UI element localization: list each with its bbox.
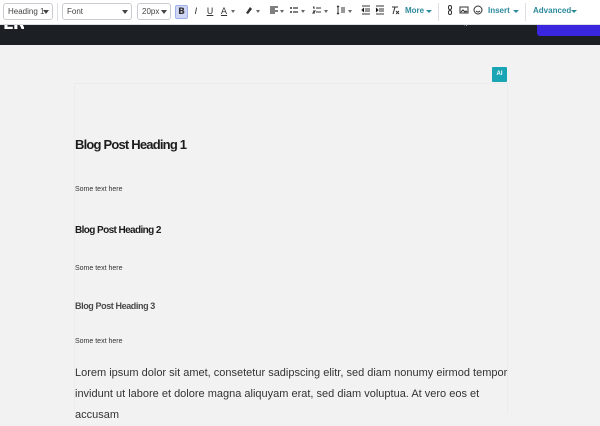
block-format-value: Heading 1 (8, 7, 45, 16)
line-height-button[interactable] (335, 5, 347, 19)
body-text-3[interactable]: Some text here (75, 338, 122, 345)
chevron-down-icon (513, 10, 519, 13)
toolbar-divider (525, 3, 526, 21)
chevron-down-icon (256, 10, 260, 13)
chevron-down-icon (426, 10, 432, 13)
emoji-icon (473, 5, 483, 15)
insert-menu[interactable]: Insert (488, 6, 510, 15)
image-icon (459, 6, 469, 14)
ai-assistant-icon[interactable]: AI (492, 67, 507, 82)
link-button[interactable] (444, 5, 456, 19)
heading-2[interactable]: Blog Post Heading 2 (75, 225, 161, 236)
body-text-2[interactable]: Some text here (75, 265, 122, 272)
image-button[interactable] (458, 5, 470, 19)
chevron-down-icon (301, 10, 305, 13)
chevron-down-icon (571, 10, 577, 13)
editor-canvas[interactable]: AI Blog Post Heading 1 Some text here Bl… (0, 45, 600, 421)
clear-formatting-button[interactable] (389, 5, 401, 19)
block-format-select[interactable]: Heading 1 (3, 3, 53, 20)
numbered-list-icon (311, 6, 321, 14)
body-text-1[interactable]: Some text here (75, 186, 122, 193)
align-button[interactable] (268, 5, 280, 19)
numbered-list-button[interactable] (311, 5, 323, 19)
editor-toolbar: Heading 1 Font 20px B I U A More Insert … (0, 0, 600, 25)
chevron-down-icon (348, 10, 352, 13)
indent-increase-button[interactable] (374, 5, 386, 19)
font-family-select[interactable]: Font (62, 3, 132, 20)
align-left-icon (270, 6, 278, 14)
chevron-down-icon (280, 10, 284, 13)
toolbar-divider (438, 3, 439, 21)
underline-button[interactable]: U (204, 5, 216, 19)
indent-decrease-button[interactable] (360, 5, 372, 19)
chevron-down-icon (324, 10, 328, 13)
font-family-value: Font (67, 7, 84, 16)
chevron-down-icon (161, 10, 167, 14)
heading-1[interactable]: Blog Post Heading 1 (75, 137, 187, 152)
chevron-down-icon (122, 10, 128, 14)
toolbar-divider (57, 3, 58, 21)
font-size-select[interactable]: 20px (137, 3, 171, 20)
bullet-list-button[interactable] (288, 5, 300, 19)
clear-format-icon (392, 6, 400, 15)
heading-3[interactable]: Blog Post Heading 3 (75, 301, 155, 311)
italic-button[interactable]: I (190, 5, 202, 19)
font-size-value: 20px (142, 7, 160, 16)
indent-icon (375, 5, 384, 15)
emoji-button[interactable] (472, 5, 484, 19)
highlight-button[interactable] (243, 5, 255, 19)
line-height-icon (336, 5, 345, 15)
text-color-button[interactable]: A (218, 5, 230, 19)
lorem-paragraph[interactable]: Lorem ipsum dolor sit amet, consetetur s… (75, 363, 515, 426)
highlighter-icon (246, 7, 252, 14)
chevron-down-icon (43, 10, 49, 14)
advanced-menu[interactable]: Advanced (533, 6, 571, 15)
outdent-icon (361, 5, 370, 15)
chevron-down-icon (231, 10, 235, 13)
more-menu[interactable]: More (405, 6, 424, 15)
link-icon (448, 5, 452, 15)
bold-button[interactable]: B (175, 5, 188, 19)
bullet-list-icon (290, 7, 298, 13)
